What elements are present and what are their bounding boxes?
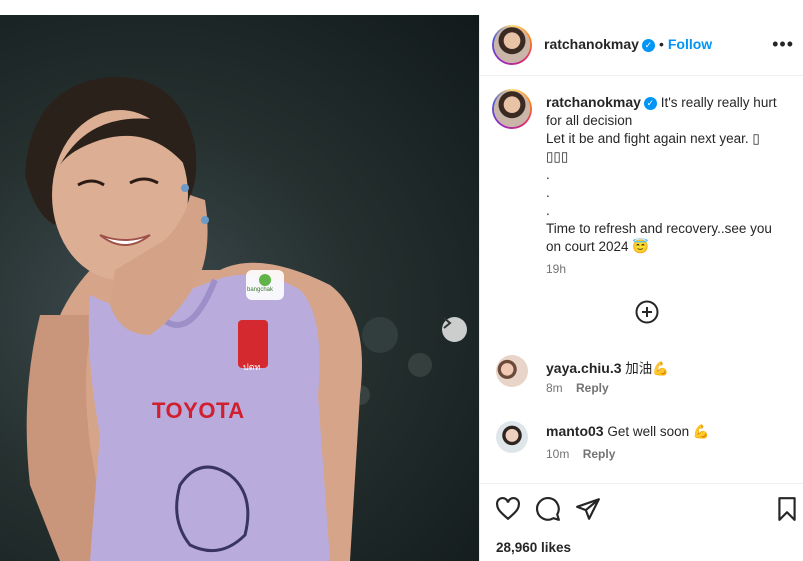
post-photo[interactable]: TOYOTA ปตท bangchak	[0, 15, 479, 561]
comment-text: 加油💪	[625, 361, 670, 376]
verified-badge-icon: ✓	[643, 96, 657, 110]
caption-timestamp[interactable]: 19h	[546, 262, 566, 276]
author-avatar[interactable]	[492, 25, 532, 65]
caption-line: Let it be and fight again next year. ▯	[546, 131, 760, 146]
likes-count[interactable]: 28,960 likes	[496, 540, 571, 555]
caption-line: .	[546, 203, 550, 218]
chevron-right-icon	[443, 317, 452, 329]
action-bar: 28,960 likes	[480, 483, 803, 561]
load-more-comments-icon[interactable]	[635, 300, 659, 324]
top-strip	[0, 0, 803, 15]
caption-username[interactable]: ratchanokmay	[546, 94, 641, 110]
caption-line: .	[546, 167, 550, 182]
comment-icon[interactable]	[535, 496, 561, 522]
comment-text: Get well soon 💪	[607, 424, 710, 439]
caption-line: It's really really hurt	[660, 95, 777, 110]
badge-text: ปตท	[243, 362, 261, 372]
share-icon[interactable]	[575, 496, 601, 522]
comment-time: 10m	[546, 447, 570, 461]
caption-line: .	[546, 185, 550, 200]
logo-text: bangchak	[247, 287, 274, 293]
commenter-username[interactable]: yaya.chiu.3	[546, 360, 622, 376]
commenter-avatar[interactable]	[496, 355, 528, 387]
more-options-icon[interactable]: •••	[772, 35, 794, 53]
verified-badge-icon: ✓	[641, 38, 655, 52]
reply-button[interactable]: Reply	[583, 447, 616, 461]
caption-line: ▯▯▯	[546, 149, 569, 164]
post-panel: ratchanokmay ✓ • Follow ••• ratchanokmay ✓ I…	[479, 15, 803, 561]
follow-button[interactable]: Follow	[668, 36, 712, 52]
comment-time: 8m	[546, 381, 563, 395]
commenter-username[interactable]: manto03	[546, 423, 604, 439]
caption-line: for all decision	[546, 113, 633, 128]
caption-line: on court 2024 😇	[546, 239, 650, 254]
commenter-avatar[interactable]	[496, 421, 528, 453]
post-header: ratchanokmay ✓ • Follow •••	[480, 15, 803, 76]
next-image-button[interactable]	[442, 317, 467, 342]
heart-icon[interactable]	[495, 496, 521, 522]
caption-avatar[interactable]	[492, 89, 532, 129]
sponsor-text: TOYOTA	[152, 398, 245, 423]
caption-line: Time to refresh and recovery..see you	[546, 221, 772, 236]
save-icon[interactable]	[774, 496, 800, 522]
reply-button[interactable]: Reply	[576, 381, 609, 395]
player-illustration	[25, 76, 432, 561]
author-username[interactable]: ratchanokmay	[544, 36, 639, 52]
caption: ratchanokmay ✓ It's really really hurt fo…	[546, 93, 796, 256]
